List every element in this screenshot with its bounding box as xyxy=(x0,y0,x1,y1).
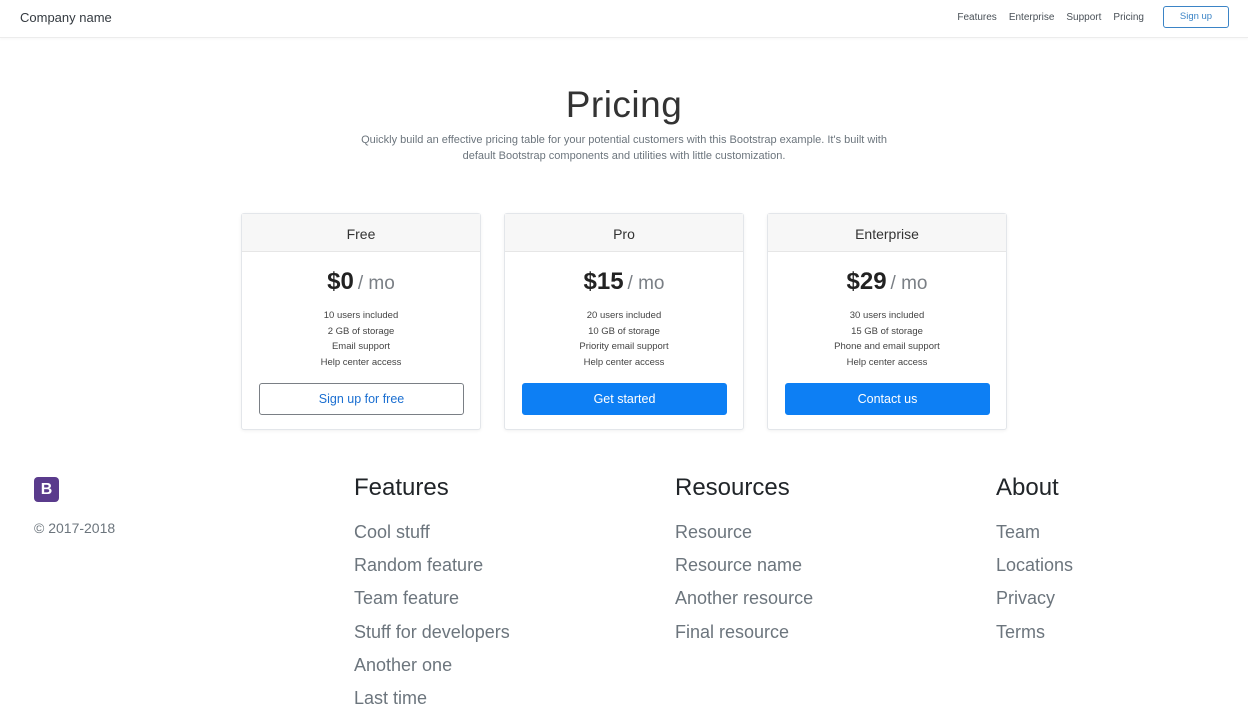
footer-link[interactable]: Stuff for developers xyxy=(354,616,510,649)
footer-link[interactable]: Final resource xyxy=(675,616,813,649)
price: $0/ mo xyxy=(242,268,480,298)
top-navbar: Company name Features Enterprise Support… xyxy=(0,0,1248,38)
pricing-card-pro: Pro $15/ mo 20 users included 10 GB of s… xyxy=(504,213,744,430)
footer-column-features: Features Cool stuff Random feature Team … xyxy=(354,474,510,710)
feature-list: 10 users included 2 GB of storage Email … xyxy=(242,308,480,370)
footer-link[interactable]: Cool stuff xyxy=(354,516,510,549)
feature-item: Email support xyxy=(331,341,391,352)
brand-name[interactable]: Company name xyxy=(20,10,112,25)
nav-link-enterprise[interactable]: Enterprise xyxy=(1009,12,1055,23)
nav-link-support[interactable]: Support xyxy=(1066,12,1101,23)
copyright-text: © 2017-2018 xyxy=(34,520,116,536)
get-started-button[interactable]: Get started xyxy=(522,383,727,415)
card-header: Free xyxy=(242,214,480,252)
hero-lead-text: Quickly build an effective pricing table… xyxy=(361,134,887,162)
price: $29/ mo xyxy=(768,268,1006,298)
nav-link-pricing[interactable]: Pricing xyxy=(1113,12,1144,23)
footer-link[interactable]: Another resource xyxy=(675,582,813,615)
signup-button[interactable]: Sign up xyxy=(1163,6,1229,28)
feature-item: Priority email support xyxy=(579,341,669,352)
footer-link-list: Team Locations Privacy Terms xyxy=(996,516,1073,649)
bootstrap-logo-icon: B xyxy=(34,477,59,502)
feature-item: 20 users included xyxy=(586,310,662,321)
footer-column-about: About Team Locations Privacy Terms xyxy=(996,474,1073,649)
price: $15/ mo xyxy=(505,268,743,298)
footer-column-resources: Resources Resource Resource name Another… xyxy=(675,474,813,649)
footer-link-list: Resource Resource name Another resource … xyxy=(675,516,813,649)
footer-link[interactable]: Random feature xyxy=(354,549,510,582)
signup-free-button[interactable]: Sign up for free xyxy=(259,383,464,415)
footer-link[interactable]: Privacy xyxy=(996,582,1073,615)
feature-list: 30 users included 15 GB of storage Phone… xyxy=(768,308,1006,370)
nav-links: Features Enterprise Support Pricing xyxy=(945,12,1144,23)
footer-link[interactable]: Locations xyxy=(996,549,1073,582)
pricing-card-free: Free $0/ mo 10 users included 2 GB of st… xyxy=(241,213,481,430)
footer-link-list: Cool stuff Random feature Team feature S… xyxy=(354,516,510,710)
feature-item: 15 GB of storage xyxy=(851,325,923,337)
page-title: Pricing xyxy=(565,84,683,125)
footer-link[interactable]: Another one xyxy=(354,649,510,682)
price-unit: / mo xyxy=(357,273,395,294)
feature-item: Help center access xyxy=(846,356,928,368)
footer-link[interactable]: Resource xyxy=(675,516,813,549)
price-amount: $29 xyxy=(846,268,887,295)
price-unit: / mo xyxy=(890,273,928,294)
feature-item: 30 users included xyxy=(849,310,925,321)
card-header: Enterprise xyxy=(768,214,1006,252)
price-unit: / mo xyxy=(627,273,665,294)
feature-item: Help center access xyxy=(320,356,402,368)
footer-column-title: Resources xyxy=(675,474,790,501)
pricing-card-enterprise: Enterprise $29/ mo 30 users included 15 … xyxy=(767,213,1007,430)
footer-link[interactable]: Resource name xyxy=(675,549,813,582)
footer-link[interactable]: Terms xyxy=(996,616,1073,649)
contact-us-button[interactable]: Contact us xyxy=(785,383,990,415)
nav-link-features[interactable]: Features xyxy=(957,12,996,23)
footer-link[interactable]: Last time xyxy=(354,682,510,710)
footer-link[interactable]: Team feature xyxy=(354,582,510,615)
card-header: Pro xyxy=(505,214,743,252)
feature-item: Phone and email support xyxy=(834,341,940,352)
price-amount: $15 xyxy=(583,268,624,295)
feature-item: 2 GB of storage xyxy=(327,325,395,337)
footer-column-title: About xyxy=(996,474,1059,501)
feature-list: 20 users included 10 GB of storage Prior… xyxy=(505,308,743,370)
feature-item: 10 GB of storage xyxy=(588,325,660,337)
footer-link[interactable]: Team xyxy=(996,516,1073,549)
feature-item: 10 users included xyxy=(323,310,399,321)
price-amount: $0 xyxy=(327,268,354,295)
footer-column-title: Features xyxy=(354,474,449,501)
feature-item: Help center access xyxy=(583,356,665,368)
